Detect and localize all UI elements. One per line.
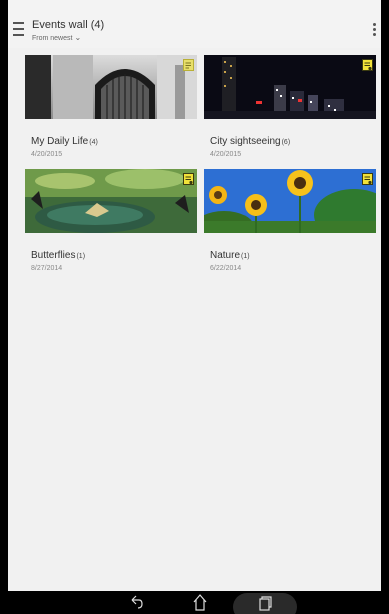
sort-dropdown[interactable]: From newest ⌄	[32, 33, 104, 43]
system-nav-bar	[0, 591, 389, 614]
event-thumbnail	[25, 169, 197, 233]
event-title: Nature(1)	[210, 250, 250, 261]
event-card[interactable]: My Daily Life(4) 4/20/2015	[25, 55, 197, 163]
event-thumbnail	[204, 169, 376, 233]
event-card[interactable]: Butterflies(1) 8/27/2014	[25, 169, 197, 277]
event-title: City sightseeing(6)	[210, 136, 290, 147]
recent-apps-icon[interactable]	[258, 591, 272, 614]
story-note-icon	[362, 59, 373, 71]
event-date: 6/22/2014	[210, 265, 242, 272]
event-thumbnail	[204, 55, 376, 119]
event-date: 4/20/2015	[210, 151, 242, 158]
hamburger-menu-icon[interactable]	[13, 22, 24, 36]
story-note-icon	[362, 173, 373, 185]
event-card[interactable]: City sightseeing(6) 4/20/2015	[204, 55, 376, 163]
event-count: (6)	[281, 139, 291, 146]
event-title: My Daily Life(4)	[31, 136, 98, 147]
event-count: (4)	[89, 139, 98, 146]
back-icon[interactable]	[128, 591, 144, 614]
app-screen: Events wall (4) From newest ⌄ My Daily L…	[8, 0, 381, 591]
event-title: Butterflies(1)	[31, 250, 85, 261]
event-count: (1)	[76, 253, 86, 260]
event-name: Butterflies	[31, 250, 76, 261]
app-bar: Events wall (4) From newest ⌄	[8, 0, 381, 48]
event-card[interactable]: Nature(1) 6/22/2014	[204, 169, 376, 277]
event-name: Nature	[210, 250, 241, 261]
sort-label: From newest	[32, 35, 73, 42]
event-date: 8/27/2014	[31, 265, 63, 272]
event-thumbnail	[25, 55, 197, 119]
title-block: Events wall (4) From newest ⌄	[32, 19, 104, 43]
event-count: (1)	[241, 253, 250, 260]
chevron-down-icon: ⌄	[74, 33, 82, 42]
event-name: City sightseeing	[210, 136, 281, 147]
event-name: My Daily Life	[31, 136, 89, 147]
story-note-icon	[183, 59, 194, 71]
story-note-icon	[183, 173, 194, 185]
home-icon[interactable]	[192, 591, 208, 614]
more-vert-icon[interactable]	[373, 23, 377, 37]
page-title: Events wall (4)	[32, 19, 105, 31]
event-date: 4/20/2015	[31, 151, 63, 158]
